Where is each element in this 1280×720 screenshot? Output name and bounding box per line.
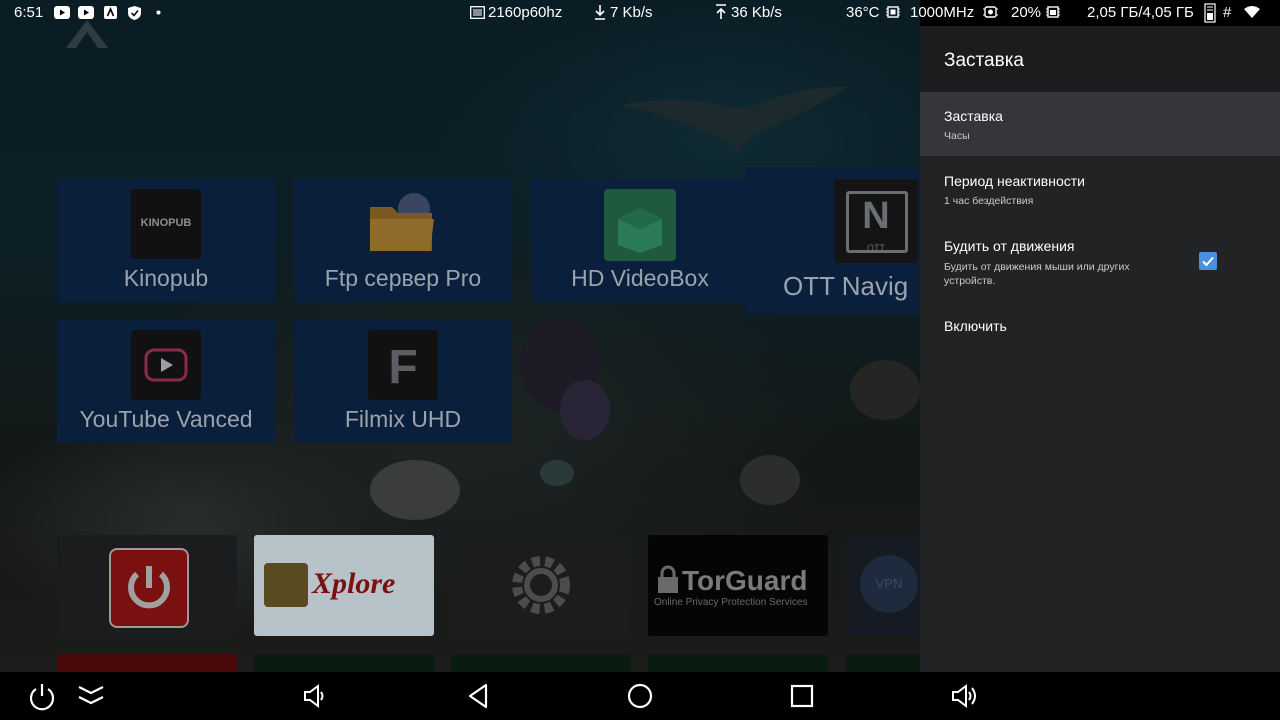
kinopub-icon: KINOPUB (131, 189, 201, 259)
rock-image (740, 455, 800, 505)
app-tile-kinopub[interactable]: KINOPUB Kinopub (57, 179, 275, 302)
app-tile-youtube-vanced[interactable]: YouTube Vanced (57, 320, 275, 443)
youtube-vanced-icon-shape (144, 348, 188, 382)
checkmark-icon (1202, 256, 1214, 267)
setting-title: Заставка (944, 108, 1003, 124)
setting-subtitle: Будить от движения мыши или других устро… (944, 261, 1130, 287)
app-tile-partial[interactable] (57, 654, 237, 672)
setting-title: Будить от движения (944, 238, 1075, 254)
ott-navigator-icon: N OTT (834, 179, 918, 263)
temperature-readout: 36°C (846, 4, 880, 21)
xplore-tile-text: Xplore (312, 567, 396, 600)
fish-image (540, 460, 574, 486)
videobox-icon-shape (618, 207, 662, 253)
shield-icon (128, 6, 141, 20)
youtube-icon (54, 6, 70, 19)
setting-inactivity-period[interactable]: Период неактивности 1 час бездействия (920, 156, 1280, 220)
power-symbol-icon (128, 566, 170, 609)
app-tile-ott-navigator[interactable]: N OTT OTT Navig (745, 167, 920, 314)
gpu-icon (983, 6, 998, 18)
app-tile-partial[interactable] (648, 654, 828, 672)
download-speed: 7 Kb/s (610, 4, 653, 21)
coral-image (560, 380, 610, 440)
app-tile-filmix-uhd[interactable]: F Filmix UHD (294, 320, 512, 443)
collapse-icon[interactable] (76, 681, 106, 711)
ott-icon-text: OTT (867, 243, 885, 253)
setting-subtitle: 1 час бездействия (944, 195, 1034, 207)
store-icon (104, 6, 117, 19)
resolution-readout: 2160p60hz (488, 4, 563, 21)
screen-icon (470, 6, 485, 19)
upload-arrow-icon (716, 4, 726, 19)
xplore-icon (264, 563, 308, 607)
setting-screensaver[interactable]: Заставка Часы (920, 92, 1280, 156)
ott-n-letter: N (862, 195, 890, 237)
vpn-tile-text: VPN (875, 576, 903, 591)
app-tile-partial[interactable] (254, 654, 434, 672)
xplore-tile[interactable]: Xplore (254, 535, 434, 636)
filmix-icon-text: F (388, 341, 418, 394)
status-time: 6:51 (14, 4, 44, 21)
app-tile-ftp-server[interactable]: Ftp сервер Pro (294, 179, 512, 302)
app-label: YouTube Vanced (79, 406, 253, 432)
youtube-icon (78, 6, 94, 19)
app-tile-hd-videobox[interactable]: HD VideoBox (531, 179, 749, 302)
ram-icon (1204, 3, 1216, 23)
setting-enable[interactable]: Включить (920, 302, 1280, 352)
settings-tile[interactable] (451, 535, 631, 636)
folder-icon (370, 193, 434, 251)
torguard-icon (658, 565, 678, 593)
videobox-icon (604, 189, 676, 261)
panel-header: Заставка (920, 26, 1280, 92)
power-icon (109, 548, 189, 628)
coral-image (850, 360, 920, 420)
setting-title: Включить (944, 318, 1007, 334)
app-label: HD VideoBox (571, 265, 709, 291)
chip-icon (886, 6, 900, 18)
dot-icon (156, 10, 161, 15)
panel-title: Заставка (944, 50, 1024, 71)
app-tile-partial[interactable] (451, 654, 631, 672)
app-label: Filmix UHD (344, 406, 462, 432)
back-icon[interactable] (466, 681, 492, 711)
vpn-tile[interactable]: VPN (846, 535, 920, 636)
app-label: Kinopub (123, 265, 209, 291)
wifi-icon (1244, 6, 1260, 18)
power-icon[interactable] (28, 681, 56, 711)
rock-image (370, 460, 460, 520)
memory-readout: 2,05 ГБ/4,05 ГБ (1087, 4, 1194, 21)
navigation-bar (0, 672, 1280, 720)
recents-icon[interactable] (790, 681, 814, 711)
app-label: OTT Navig (783, 271, 909, 301)
screensaver-settings-panel: Заставка Заставка Часы Период неактивнос… (920, 26, 1280, 672)
setting-wake-on-motion[interactable]: Будить от движения Будить от движения мы… (920, 220, 1280, 296)
upload-speed: 36 Kb/s (731, 4, 782, 21)
home-icon[interactable] (626, 681, 654, 711)
memory-icon (1046, 6, 1060, 18)
play-icon (131, 330, 201, 400)
kinopub-icon-text: KINOPUB (140, 217, 192, 229)
status-bar: 6:51 2160p60hz 7 Kb/s 36 Kb/s 36°C 1000M… (0, 0, 1280, 26)
filmix-icon: F (368, 330, 438, 400)
setting-title: Период неактивности (944, 173, 1085, 189)
volume-down-icon[interactable] (302, 681, 328, 711)
vpn-icon: VPN (860, 555, 918, 613)
download-arrow-icon (595, 5, 605, 20)
gear-icon (512, 556, 570, 614)
torguard-tile-subtext: Online Privacy Protection Services (654, 597, 808, 608)
volume-up-icon[interactable] (950, 681, 980, 711)
torguard-tile[interactable]: TorGuard Online Privacy Protection Servi… (648, 535, 828, 636)
app-label: Ftp сервер Pro (324, 265, 482, 291)
cpu-load: 20% (1011, 4, 1042, 21)
launcher-background: KINOPUB Kinopub Ftp сервер Pro HD VideoB… (0, 0, 920, 672)
setting-subtitle: Часы (944, 130, 970, 142)
wake-on-motion-checkbox[interactable] (1199, 252, 1217, 270)
manta-ray-image (620, 86, 848, 155)
app-tile-partial[interactable] (846, 654, 920, 672)
cpu-frequency: 1000MHz (910, 4, 975, 21)
hash-indicator: # (1223, 4, 1232, 21)
power-app-tile[interactable] (57, 535, 237, 636)
torguard-tile-text: TorGuard (682, 565, 808, 596)
